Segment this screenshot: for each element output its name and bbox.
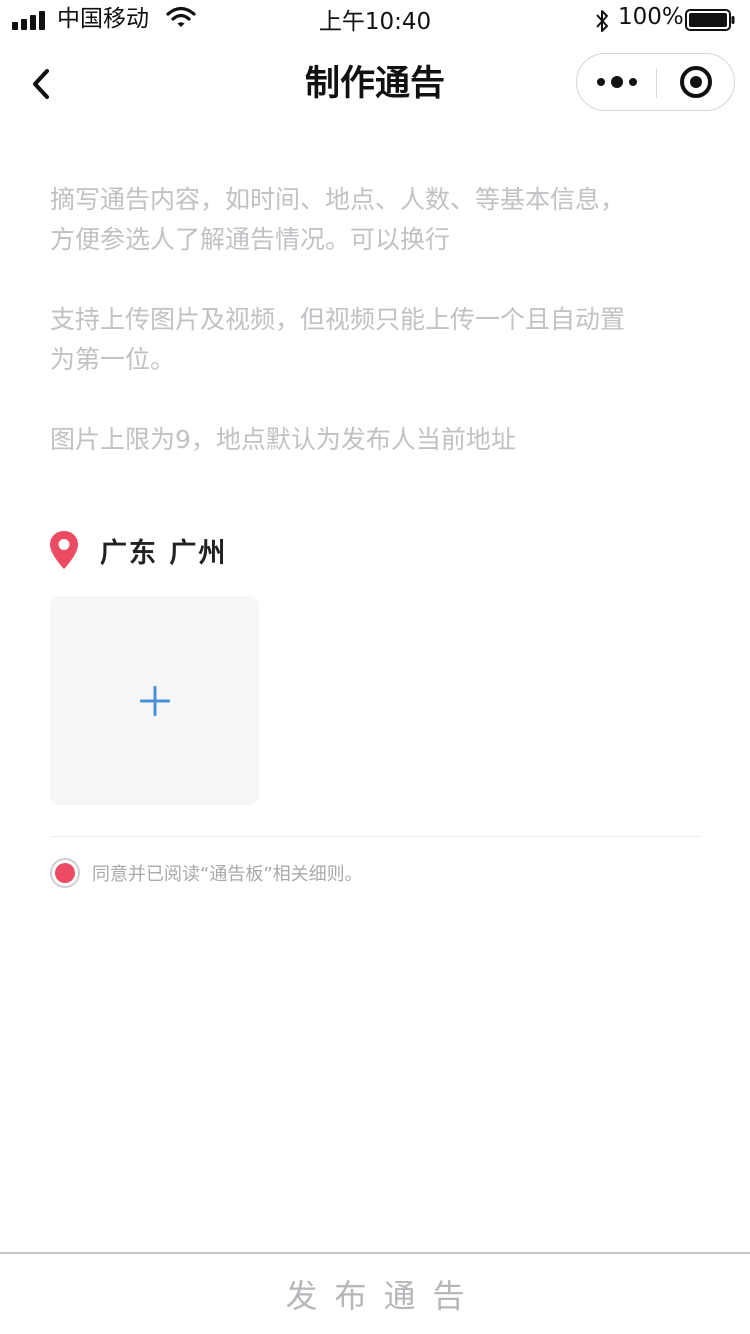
divider — [50, 836, 700, 837]
map-pin-icon — [50, 531, 78, 569]
battery-percent: 100% — [618, 4, 684, 30]
location-selector[interactable]: 广东 广州 — [48, 528, 227, 572]
publish-button[interactable]: 发布通告 — [0, 1252, 750, 1334]
upload-media-button[interactable] — [50, 596, 259, 805]
location-text: 广东 广州 — [100, 537, 228, 569]
back-button[interactable] — [22, 62, 58, 106]
chevron-left-icon — [33, 69, 49, 99]
plus-icon — [139, 685, 170, 716]
more-dots-icon — [596, 76, 637, 88]
battery-icon — [685, 9, 735, 31]
placeholder-line-3: 图片上限为9，地点默认为发布人当前地址 — [50, 425, 516, 454]
close-button[interactable] — [657, 54, 735, 110]
publish-label: 发布通告 — [285, 1277, 482, 1315]
notice-content-input[interactable]: 摘写通告内容，如时间、地点、人数、等基本信息， 方便参选人了解通告情况。可以换行… — [50, 180, 710, 480]
status-bar: 中国移动 上午10:40 100% — [0, 0, 750, 42]
mini-program-capsule — [576, 53, 735, 111]
agreement-radio[interactable] — [50, 858, 80, 888]
placeholder-line-1: 摘写通告内容，如时间、地点、人数、等基本信息， 方便参选人了解通告情况。可以换行 — [50, 185, 626, 254]
placeholder-line-2: 支持上传图片及视频，但视频只能上传一个且自动置 为第一位。 — [50, 305, 626, 374]
close-target-icon — [680, 66, 712, 98]
radio-checked-dot — [55, 863, 75, 883]
nav-bar: 制作通告 — [0, 42, 750, 128]
bluetooth-icon — [596, 10, 608, 32]
agreement-text: 同意并已阅读“通告板”相关细则。 — [92, 864, 363, 885]
agreement-checkbox[interactable]: 同意并已阅读“通告板”相关细则。 — [50, 857, 363, 889]
more-button[interactable] — [577, 54, 656, 110]
